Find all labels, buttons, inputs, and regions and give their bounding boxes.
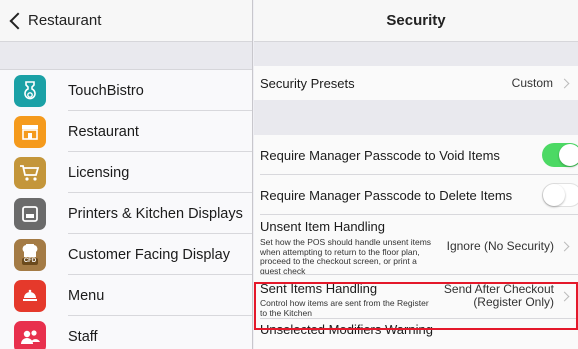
chevron-right-icon (559, 78, 570, 88)
delete-passcode-label: Require Manager Passcode to Delete Items (260, 187, 513, 203)
settings-sidebar: Restaurant TouchBistro Restaurant Licens… (0, 0, 253, 349)
sidebar-item-label: Customer Facing Display (68, 246, 230, 263)
sidebar-item-label: Licensing (68, 164, 130, 181)
back-button[interactable]: Restaurant (28, 12, 101, 29)
toggle-knob (543, 184, 565, 206)
printer-icon (14, 197, 46, 230)
sent-items-handling-row[interactable]: Sent Items Handling Control how items ar… (254, 275, 578, 319)
sidebar-item-staff[interactable]: Staff (0, 316, 252, 349)
security-presets-label: Security Presets (260, 75, 355, 91)
sidebar-item-printers[interactable]: Printers & Kitchen Displays (0, 193, 252, 234)
sidebar-item-restaurant[interactable]: Restaurant (0, 111, 252, 152)
section-spacer (254, 100, 578, 135)
security-presets-value: Custom (511, 76, 553, 90)
unsent-item-handling-description: Set how the POS should handle unsent ite… (260, 237, 432, 276)
unsent-item-handling-label: Unsent Item Handling (260, 219, 386, 234)
unselected-modifiers-label: Unselected Modifiers Warning (260, 322, 433, 337)
sidebar-item-customer-facing-display[interactable]: CFD Customer Facing Display (0, 234, 252, 275)
sidebar-nav-bar: Restaurant (0, 0, 252, 42)
page-title: Security (386, 12, 446, 29)
menu-plate-icon (14, 279, 46, 312)
void-passcode-toggle[interactable] (542, 143, 578, 167)
security-presets-row[interactable]: Security Presets Custom (254, 66, 578, 100)
sidebar-item-label: Printers & Kitchen Displays (68, 205, 243, 222)
sidebar-item-label: Staff (68, 328, 98, 345)
sidebar-item-label: Restaurant (68, 123, 139, 140)
sidebar-item-menu[interactable]: Menu (0, 275, 252, 316)
unselected-modifiers-row[interactable]: Unselected Modifiers Warning (254, 319, 578, 349)
unsent-item-handling-row[interactable]: Unsent Item Handling Set how the POS sho… (254, 215, 578, 275)
chef-hat-cfd-icon: CFD (14, 238, 46, 271)
chevron-right-icon (559, 241, 570, 251)
delete-passcode-row: Require Manager Passcode to Delete Items (254, 175, 578, 215)
sidebar-item-touchbistro[interactable]: TouchBistro (0, 70, 252, 111)
staff-icon (14, 320, 46, 349)
unsent-item-handling-value: Ignore (No Security) (446, 239, 554, 253)
chevron-right-icon (559, 291, 570, 301)
detail-nav-bar: Security (254, 0, 578, 42)
section-spacer (254, 42, 578, 66)
sidebar-item-label: TouchBistro (68, 82, 144, 99)
sidebar-spacer (0, 42, 252, 70)
cart-icon (14, 156, 46, 189)
touchbistro-icon (14, 74, 46, 107)
storefront-icon (14, 115, 46, 148)
toggle-knob (559, 144, 578, 166)
delete-passcode-toggle[interactable] (542, 183, 578, 207)
sent-items-handling-label: Sent Items Handling (260, 281, 378, 296)
sidebar-item-licensing[interactable]: Licensing (0, 152, 252, 193)
void-passcode-label: Require Manager Passcode to Void Items (260, 147, 500, 163)
sent-items-handling-value-line2: (Register Only) (473, 295, 554, 309)
sidebar-item-label: Menu (68, 287, 105, 304)
void-passcode-row: Require Manager Passcode to Void Items (254, 135, 578, 175)
sent-items-handling-description: Control how items are sent from the Regi… (260, 298, 429, 318)
security-settings-pane: Security Security Presets Custom Require… (254, 0, 578, 349)
back-chevron-icon[interactable] (9, 12, 27, 29)
cfd-badge: CFD (21, 258, 39, 265)
